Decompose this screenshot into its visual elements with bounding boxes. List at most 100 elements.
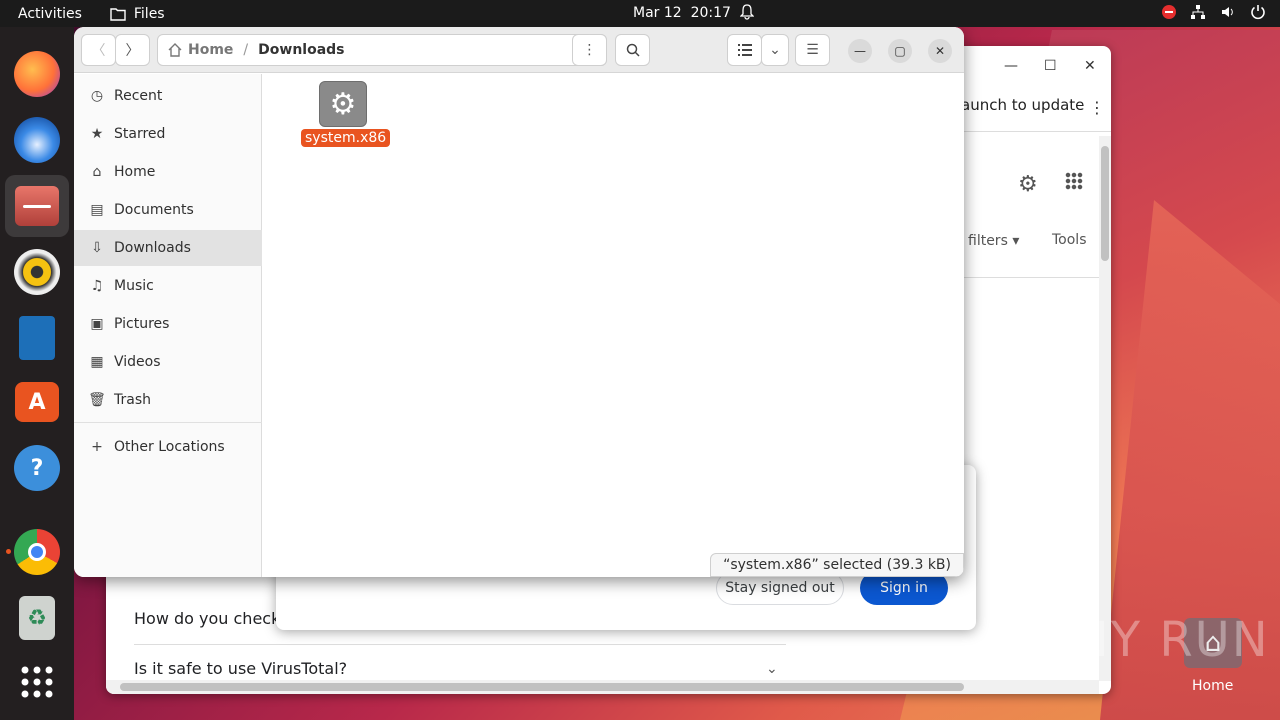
sidebar-item-other-locations[interactable]: + Other Locations (74, 429, 262, 465)
sidebar-item-starred[interactable]: ★ Starred (74, 116, 262, 152)
horizontal-scrollbar[interactable] (106, 680, 1099, 694)
header-bar: 〈 〉 Home / Downloads ⋮ ⌄ ☰ — ▢ ✕ (74, 27, 964, 73)
kebab-menu-icon[interactable]: ⋮ (1089, 98, 1105, 117)
maximize-icon: ▢ (894, 44, 906, 58)
maximize-icon[interactable]: ☐ (1044, 58, 1057, 74)
system-tray[interactable] (1162, 4, 1266, 20)
clock-icon: ◷ (90, 88, 104, 104)
sidebar-item-label: Pictures (114, 316, 170, 332)
sidebar-item-label: Documents (114, 202, 194, 218)
video-icon: ▦ (90, 354, 104, 370)
dock-firefox[interactable] (5, 43, 69, 105)
breadcrumb-separator: / (243, 42, 249, 58)
dock: A ? ♻ (0, 27, 74, 720)
sidebar-item-videos[interactable]: ▦ Videos (74, 344, 262, 380)
do-not-disturb-icon (1162, 5, 1176, 19)
time-text: 20:17 (690, 5, 731, 21)
dock-trash[interactable]: ♻ (5, 587, 69, 649)
file-view[interactable]: ⚙ system.x86 “system.x86” selected (39.3… (263, 74, 964, 577)
dock-software[interactable]: A (5, 371, 69, 433)
chevron-left-icon: 〈 (91, 43, 106, 59)
sidebar-item-documents[interactable]: ▤ Documents (74, 192, 262, 228)
rhythmbox-icon (14, 249, 60, 295)
vertical-scrollbar[interactable] (1099, 136, 1111, 681)
divider (961, 277, 1111, 278)
power-icon (1251, 5, 1265, 20)
dock-writer[interactable] (5, 307, 69, 369)
trash-icon: ♻ (19, 596, 55, 640)
bell-icon[interactable] (739, 4, 755, 24)
list-view-icon (737, 44, 752, 56)
dock-thunderbird[interactable] (5, 109, 69, 171)
sidebar-item-downloads[interactable]: ⇩ Downloads (74, 230, 262, 266)
top-bar: Activities Files Mar 12 20:17 (0, 0, 1280, 27)
network-icon (1191, 5, 1205, 19)
sidebar: ◷ Recent ★ Starred ⌂ Home ▤ Documents ⇩ Downl… (74, 74, 262, 577)
trash-icon: 🗑 (88, 392, 106, 408)
dock-rhythmbox[interactable] (5, 241, 69, 303)
hamburger-icon: ☰ (806, 42, 819, 58)
dock-show-apps[interactable] (5, 651, 69, 713)
view-options-button[interactable]: ⌄ (761, 34, 789, 66)
app-name: Files (133, 5, 165, 22)
chevron-right-icon: 〉 (125, 43, 140, 59)
folder-icon (110, 7, 126, 21)
breadcrumb: Home / Downloads (157, 34, 607, 66)
sidebar-item-label: Home (114, 164, 156, 180)
breadcrumb-home[interactable]: Home (188, 42, 233, 58)
thunderbird-icon (14, 117, 60, 163)
back-button[interactable]: 〈 (81, 34, 116, 66)
sidebar-item-label: Recent (114, 88, 163, 104)
list-view-button[interactable] (727, 34, 762, 66)
breadcrumb-current[interactable]: Downloads (258, 42, 344, 58)
main-menu-button[interactable]: ☰ (795, 34, 830, 66)
desktop-home-label: Home (1192, 678, 1234, 694)
help-icon: ? (14, 445, 60, 491)
launch-to-update-text[interactable]: aunch to update (961, 96, 1084, 114)
dock-files[interactable] (5, 175, 69, 237)
chevron-down-icon[interactable]: ⌄ (766, 661, 778, 677)
sidebar-item-label: Other Locations (114, 439, 225, 455)
dock-help[interactable]: ? (5, 437, 69, 499)
sidebar-item-trash[interactable]: 🗑 Trash (74, 382, 262, 418)
sidebar-item-label: Downloads (114, 240, 191, 256)
scrollbar-thumb[interactable] (1101, 146, 1109, 261)
close-icon[interactable]: ✕ (1084, 58, 1096, 74)
apps-grid-icon[interactable] (1065, 172, 1083, 190)
minimize-icon[interactable]: — (1004, 58, 1018, 74)
software-center-icon: A (15, 382, 59, 422)
app-menu[interactable]: Files (110, 6, 165, 22)
tools-button[interactable]: Tools (1052, 232, 1087, 248)
writer-icon (19, 316, 55, 360)
close-icon: ✕ (934, 44, 946, 58)
search-icon (626, 43, 640, 57)
maximize-button[interactable]: ▢ (888, 39, 912, 63)
executable-gear-icon[interactable]: ⚙ (319, 81, 367, 127)
sidebar-item-recent[interactable]: ◷ Recent (74, 78, 262, 114)
path-menu-button[interactable]: ⋮ (572, 34, 607, 66)
settings-gear-icon[interactable]: ⚙ (1018, 172, 1038, 197)
document-icon: ▤ (90, 202, 104, 218)
sidebar-item-pictures[interactable]: ▣ Pictures (74, 306, 262, 342)
sidebar-item-music[interactable]: ♫ Music (74, 268, 262, 304)
sidebar-item-home[interactable]: ⌂ Home (74, 154, 262, 190)
minimize-icon: — (854, 44, 866, 58)
activities-button[interactable]: Activities (18, 6, 82, 22)
watermark: ANY RUN (1038, 612, 1270, 668)
search-button[interactable] (615, 34, 650, 66)
divider (74, 422, 262, 423)
filters-dropdown[interactable]: filters ▾ (968, 233, 1019, 249)
clock[interactable]: Mar 12 20:17 (633, 5, 731, 21)
kebab-icon: ⋮ (582, 42, 597, 58)
minimize-button[interactable]: — (848, 39, 872, 63)
scrollbar-thumb[interactable] (120, 683, 964, 691)
forward-button[interactable]: 〉 (115, 34, 150, 66)
faq-item[interactable]: Is it safe to use VirusTotal? (134, 659, 347, 678)
plus-icon: + (91, 439, 103, 455)
faq-item[interactable]: How do you check i (134, 609, 290, 628)
date-text: Mar 12 (633, 5, 682, 21)
dock-chrome[interactable] (5, 521, 69, 583)
file-name-label[interactable]: system.x86 (301, 129, 391, 147)
close-button[interactable]: ✕ (928, 39, 952, 63)
star-icon: ★ (90, 126, 104, 142)
